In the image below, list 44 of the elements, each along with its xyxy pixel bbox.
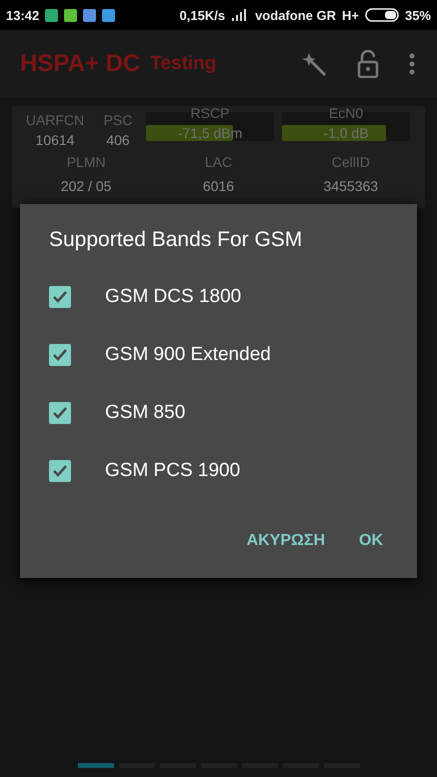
field-value: 10614 xyxy=(36,132,74,148)
field-label: EcN0 xyxy=(328,105,364,121)
more-icon[interactable] xyxy=(409,53,415,75)
dialog-button[interactable]: OK xyxy=(353,524,389,558)
meter-value: -1,0 dB xyxy=(323,125,369,141)
checkbox[interactable] xyxy=(49,344,71,366)
dialog-title: Supported Bands For GSM xyxy=(49,228,304,252)
battery-icon xyxy=(364,8,399,22)
field-value: 3455363 xyxy=(324,178,378,194)
option-label[interactable]: GSM 900 Extended xyxy=(105,344,271,366)
check-icon xyxy=(52,290,68,304)
app-title: HSPA+ DC xyxy=(20,50,140,78)
field-label: PSC xyxy=(104,112,132,128)
carrier-name: vodafone GR xyxy=(255,8,336,22)
checkbox[interactable] xyxy=(49,460,71,482)
check-icon xyxy=(52,464,68,478)
field-value: 406 xyxy=(106,132,130,148)
status-time: 13:42 xyxy=(6,8,40,22)
meter-value: -71,5 dBm xyxy=(178,125,242,141)
field-label: LAC xyxy=(204,154,232,170)
app-subtitle: Testing xyxy=(150,53,216,75)
check-icon xyxy=(52,348,68,362)
field-label: RSCP xyxy=(190,105,230,121)
notification-icon xyxy=(102,8,116,22)
field-value: 6016 xyxy=(202,178,234,194)
notification-icon xyxy=(45,8,58,22)
checkbox[interactable] xyxy=(49,286,71,308)
notification-icon xyxy=(83,8,96,22)
notification-icon xyxy=(64,8,78,22)
lock-icon[interactable] xyxy=(357,50,379,78)
network-type: H+ xyxy=(342,8,359,22)
check-icon xyxy=(52,406,68,420)
field-label: PLMN xyxy=(66,154,106,170)
option-label[interactable]: GSM DCS 1800 xyxy=(105,286,242,308)
dialog-button[interactable]: ΑΚΥΡΩΣΗ xyxy=(240,524,331,558)
network-speed: 0,15K/s xyxy=(180,8,226,22)
option-label[interactable]: GSM 850 xyxy=(105,402,186,424)
option-label[interactable]: GSM PCS 1900 xyxy=(105,460,240,482)
battery-percent: 35% xyxy=(404,8,431,22)
field-value: 202 / 05 xyxy=(60,178,112,194)
magic-wand-icon[interactable] xyxy=(301,51,327,77)
field-label: CellID xyxy=(332,154,370,170)
field-label: UARFCN xyxy=(26,112,84,128)
checkbox[interactable] xyxy=(49,402,71,424)
